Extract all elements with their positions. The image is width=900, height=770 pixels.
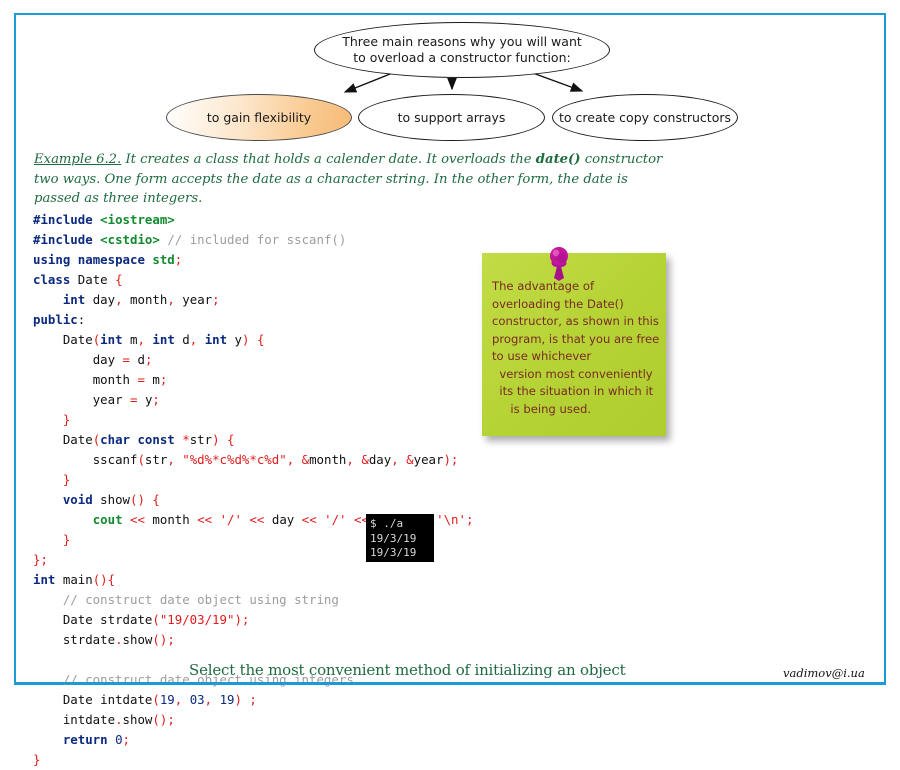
code-line: void show() { [62,492,160,507]
diagram-node-support-arrays-label: to support arrays [397,109,506,125]
footer-divider [16,682,884,684]
code-line: } [62,472,71,487]
code-line: month = m; [92,372,168,387]
diagram-node-copy-constructors-label: to create copy constructors [559,109,731,125]
code-line: class Date { [33,272,123,287]
example-bold-term: date() [535,152,581,167]
code-listing: #include <iostream> #include <cstdio> // … [33,210,473,770]
code-line: Date intdate(19, 03, 19) ; [62,692,257,707]
footer-email: vadimov@i.ua [783,666,865,680]
slide-canvas: Three main reasons why you will want to o… [0,0,900,767]
code-line: Date(int m, int d, int y) { [62,332,265,347]
arrow-to-copy-constructors [529,71,584,92]
terminal-line: 19/3/19 [370,531,417,545]
footer-title: Select the most convenient method of ini… [189,661,626,679]
pushpin-icon [550,247,568,281]
code-line: intdate.show(); [62,712,175,727]
sticky-note: The advantage of overloading the Date() co… [482,247,666,436]
terminal-line: 19/3/19 [370,546,417,559]
terminal-line: $ ./a [370,517,404,530]
example-text-before: It creates a class that holds a calender… [121,152,536,167]
sticky-note-line: program, is that you are free [492,331,660,346]
sticky-note-line: is being used. [492,401,592,416]
diagram-node-copy-constructors[interactable]: to create copy constructors [552,94,738,141]
code-line: year = y; [92,392,160,407]
sticky-note-line: The advantage of [492,279,595,293]
diagram-root-line1: Three main reasons why you will want [342,34,582,49]
arrow-to-flexibility [343,71,396,93]
code-line: // construct date object using string [62,592,339,607]
code-line: public: [33,312,86,327]
code-line: using namespace std; [33,252,183,267]
code-line: Date strdate("19/03/19"); [62,612,250,627]
code-line: #include <iostream> [33,212,175,227]
code-line: return 0; [62,732,131,747]
terminal-output: $ ./a 19/3/19 19/3/19 [366,514,434,562]
sticky-note-line: its the situation in which it [492,384,654,398]
code-line: Date(char const *str) { [62,432,235,447]
example-label: Example 6.2. [34,152,122,167]
code-line: strdate.show(); [62,632,175,647]
sticky-note-line: constructor, as shown in this [492,314,659,328]
sticky-note-line: to use whichever [492,349,592,363]
diagram-node-support-arrays[interactable]: to support arrays [358,94,545,141]
code-line: } [33,752,41,767]
sticky-note-line: version most conveniently [492,366,653,381]
sticky-note-line: overloading the Date() [492,296,624,311]
diagram-node-gain-flexibility-label: to gain flexibility [206,109,312,125]
code-line: #include <cstdio> // included for sscanf… [33,232,347,247]
code-line: } [62,412,71,427]
sticky-note-text: The advantage of overloading the Date() co… [492,278,662,418]
diagram-root-text: Three main reasons why you will want to o… [342,34,582,66]
code-line: sscanf(str, "%d%*c%d%*c%d", &month, &day… [92,452,459,467]
diagram-root-node: Three main reasons why you will want to o… [314,22,610,78]
diagram-node-gain-flexibility[interactable]: to gain flexibility [166,94,352,141]
code-line: int main(){ [33,572,116,587]
example-caption: Example 6.2. It creates a class that hol… [34,150,664,209]
reasons-diagram: Three main reasons why you will want to o… [0,0,900,150]
code-line: int day, month, year; [62,292,220,307]
code-line: day = d; [92,352,153,367]
diagram-root-line2: to overload a constructor function: [353,50,571,65]
